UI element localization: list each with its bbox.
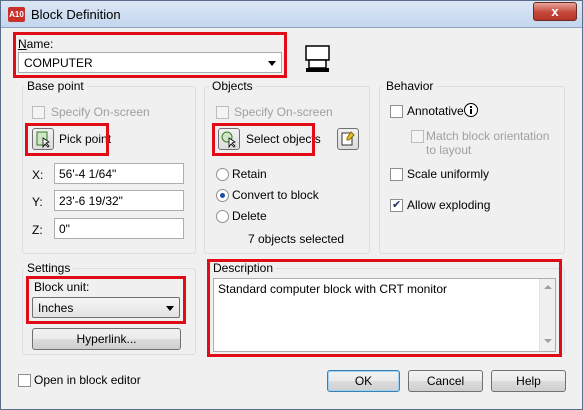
- match-orientation-label: Match block orientation to layout: [426, 129, 550, 157]
- behavior-legend: Behavior: [383, 79, 437, 93]
- selected-count: 7 objects selected: [248, 232, 345, 246]
- y-label: Y:: [32, 195, 43, 209]
- retain-label: Retain: [232, 167, 267, 181]
- z-label: Z:: [32, 223, 43, 237]
- highlight-name: [13, 32, 287, 78]
- allow-exploding-checkbox[interactable]: [390, 198, 403, 212]
- block-definition-dialog: A10 Block Definition x Name: COMPUTER Ba…: [0, 0, 583, 410]
- base-specify-onscreen-checkbox[interactable]: [32, 106, 45, 119]
- x-field[interactable]: 56'-4 1/64": [54, 163, 184, 184]
- open-in-editor-label: Open in block editor: [34, 373, 141, 387]
- quick-select-button[interactable]: [337, 128, 359, 150]
- allow-exploding-label: Allow exploding: [407, 198, 491, 212]
- objects-specify-onscreen-label: Specify On-screen: [234, 105, 333, 119]
- title-bar[interactable]: A10 Block Definition x: [1, 1, 582, 28]
- convert-to-block-label: Convert to block: [232, 188, 319, 202]
- ok-button[interactable]: OK: [327, 370, 400, 392]
- delete-label: Delete: [232, 209, 267, 223]
- y-field[interactable]: 23'-6 19/32": [54, 190, 184, 211]
- settings-legend: Settings: [24, 261, 74, 275]
- annotative-checkbox[interactable]: [390, 105, 403, 118]
- info-icon[interactable]: [463, 102, 479, 118]
- retain-radio[interactable]: [216, 168, 229, 181]
- scale-uniformly-checkbox[interactable]: [390, 168, 403, 181]
- app-icon: A10: [8, 7, 25, 22]
- base-point-legend: Base point: [24, 79, 87, 93]
- annotative-label: Annotative: [407, 104, 464, 118]
- open-in-editor-checkbox[interactable]: [18, 374, 31, 387]
- x-label: X:: [32, 168, 44, 182]
- computer-preview-icon: [305, 45, 330, 72]
- z-field[interactable]: 0": [54, 218, 184, 239]
- match-orientation-checkbox[interactable]: [411, 130, 424, 143]
- highlight-description: [207, 259, 562, 357]
- hyperlink-button[interactable]: Hyperlink...: [32, 328, 181, 350]
- window-title: Block Definition: [31, 7, 121, 22]
- objects-specify-onscreen-checkbox[interactable]: [216, 106, 229, 119]
- quick-select-icon: [341, 131, 355, 146]
- highlight-pick-point: [25, 123, 109, 156]
- cancel-button[interactable]: Cancel: [408, 370, 483, 392]
- close-icon[interactable]: x: [533, 2, 577, 21]
- highlight-block-unit: [26, 276, 186, 324]
- scale-uniformly-label: Scale uniformly: [407, 167, 490, 181]
- convert-to-block-radio[interactable]: [216, 189, 229, 202]
- base-specify-onscreen-label: Specify On-screen: [51, 105, 150, 119]
- objects-legend: Objects: [209, 79, 256, 93]
- help-button[interactable]: Help: [491, 370, 566, 392]
- delete-radio[interactable]: [216, 210, 229, 223]
- highlight-select-objects: [212, 123, 315, 156]
